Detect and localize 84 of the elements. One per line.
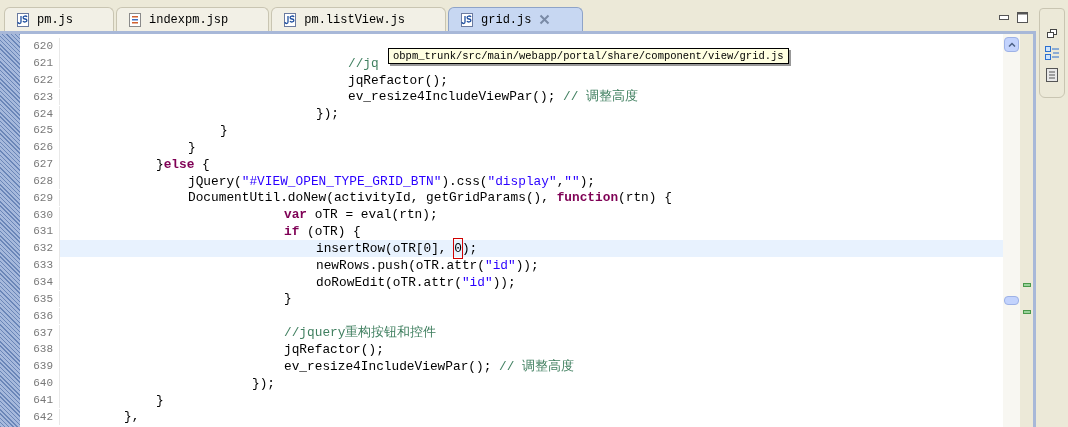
code-token: { (201, 155, 210, 174)
line-number: 624 (20, 105, 60, 123)
script-file-icon (284, 12, 297, 27)
code-token: } (156, 391, 164, 410)
line-number: 638 (20, 341, 60, 358)
code-token: } (220, 122, 228, 141)
code-token: } (188, 138, 196, 157)
line-number: 634 (20, 274, 60, 291)
code-token: ); (461, 239, 478, 258)
document-icon (129, 12, 141, 27)
code-token: (rtn) { (618, 189, 672, 208)
scroll-up-button[interactable] (1004, 37, 1019, 52)
code-token: if (284, 223, 300, 242)
code-token: //jquery重构按钮和控件 (284, 324, 437, 343)
line-number: 626 (20, 139, 60, 156)
editor-tab[interactable]: pm.js (4, 7, 114, 31)
code-token: jQuery( (188, 172, 242, 191)
overview-marker (1023, 310, 1031, 314)
line-number: 627 (20, 156, 60, 173)
code-token: oTR = eval(rtn); (313, 206, 438, 225)
code-token: , (556, 172, 565, 191)
code-token: 0 (454, 238, 462, 259)
code-token: "id" (484, 256, 516, 275)
code-token: //jq (348, 54, 379, 73)
line-number: 620 (20, 38, 60, 55)
line-number: 640 (20, 375, 60, 392)
document-icon[interactable] (1046, 68, 1058, 82)
outline-icon[interactable] (1045, 46, 1059, 60)
code-token: // 调整高度 (499, 357, 575, 376)
restore-icon[interactable] (1047, 29, 1057, 38)
code-token: }); (252, 374, 276, 393)
code-token: doRowEdit(oTR.attr( (316, 273, 462, 292)
editor-tab[interactable]: indexpm.jsp (116, 7, 270, 31)
code-token: "" (564, 172, 580, 191)
code-token: (oTR) { (306, 223, 361, 242)
code-token: function (556, 189, 619, 208)
code-token: else (163, 155, 195, 174)
editor-tab[interactable]: pm.listView.js (271, 7, 447, 31)
script-file-icon (461, 12, 474, 27)
chevron-up-icon (1007, 42, 1016, 47)
overview-marker (1023, 283, 1031, 287)
code-token: insertRow(oTR[0], (316, 239, 448, 258)
editor-tab[interactable]: grid.js (448, 7, 584, 31)
code-token: // 调整高度 (563, 88, 639, 107)
minimize-icon[interactable] (999, 14, 1009, 21)
code-token: jqRefactor(); (348, 71, 448, 90)
line-number: 631 (20, 223, 60, 240)
code-token: }, (124, 408, 140, 427)
line-number: 625 (20, 122, 60, 139)
line-number: 630 (20, 206, 60, 224)
code-token: } (284, 290, 292, 309)
code-token: ).css( (441, 172, 488, 191)
tooltip: obpm_trunk/src/main/webapp/portal/share/component/view/grid.js (388, 48, 789, 64)
script-file-icon (17, 12, 29, 27)
code-token: "id" (461, 273, 493, 292)
code-token: }); (316, 105, 340, 124)
line-number: 637 (20, 324, 60, 341)
line-number: 629 (20, 189, 60, 207)
code-token: DocumentUtil.doNew(activityId, getGridParams(), (188, 189, 550, 208)
line-number: 635 (20, 290, 60, 308)
line-number: 641 (20, 391, 60, 409)
line-number: 639 (20, 358, 60, 375)
scrollbar[interactable] (1003, 34, 1020, 427)
line-number: 621 (20, 55, 60, 72)
code-token: "display" (487, 172, 557, 191)
scroll-thumb[interactable] (1004, 296, 1019, 305)
code-token: } (156, 155, 164, 174)
code-token: )); (515, 256, 539, 275)
close-icon[interactable] (539, 14, 551, 25)
line-number: 628 (20, 172, 60, 190)
line-number: 623 (20, 88, 60, 106)
code-token: newRows.push(oTR.attr( (316, 256, 485, 275)
code-token: ev_resize4IncludeViewPar(); (284, 357, 493, 376)
code-token: var (284, 206, 308, 225)
code-token: ); (579, 172, 596, 191)
maximize-icon[interactable] (1017, 12, 1028, 23)
code-token: ev_resize4IncludeViewPar(); (348, 88, 557, 107)
line-number: 636 (20, 307, 60, 325)
code-token: )); (492, 273, 516, 292)
line-number: 622 (20, 71, 60, 89)
code-token: "#VIEW_OPEN_TYPE_GRID_BTN" (241, 172, 442, 191)
line-number: 642 (20, 408, 60, 426)
line-number: 633 (20, 257, 60, 274)
code-token: jqRefactor(); (284, 341, 384, 359)
